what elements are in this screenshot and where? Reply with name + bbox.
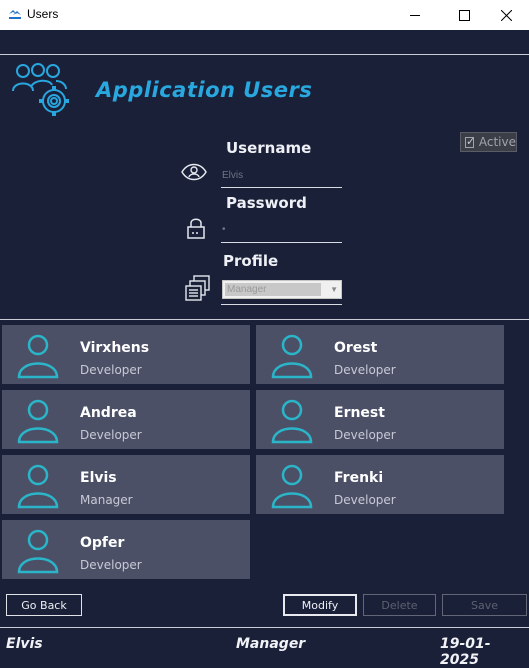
- go-back-button[interactable]: Go Back: [6, 594, 82, 616]
- user-card-role: Manager: [80, 493, 133, 507]
- close-button[interactable]: [483, 0, 529, 30]
- active-checkbox[interactable]: Active: [460, 132, 517, 152]
- maximize-button[interactable]: [441, 0, 487, 30]
- profile-select-value: Manager: [227, 284, 267, 295]
- profile-underline: [221, 304, 342, 305]
- password-label: Password: [226, 194, 307, 212]
- user-card[interactable]: Orest Developer: [256, 325, 504, 384]
- form-divider: [0, 319, 529, 320]
- user-card-name: Frenki: [334, 470, 384, 486]
- users-gear-icon: [12, 63, 69, 116]
- profile-label: Profile: [223, 252, 279, 270]
- user-card-name: Opfer: [80, 535, 125, 551]
- user-card[interactable]: Opfer Developer: [2, 520, 250, 579]
- maximize-icon: [458, 9, 470, 21]
- username-input[interactable]: Elvis: [222, 170, 243, 181]
- user-card-name: Elvis: [80, 470, 117, 486]
- lock-icon: [187, 218, 205, 239]
- footer-profile: Manager: [236, 636, 306, 652]
- user-card[interactable]: Ernest Developer: [256, 390, 504, 449]
- save-button[interactable]: Save: [442, 594, 527, 616]
- footer-divider: [0, 627, 529, 628]
- username-underline: [221, 187, 342, 188]
- active-label: Active: [478, 135, 516, 149]
- user-card-role: Developer: [334, 428, 396, 442]
- page-title: Application Users: [96, 78, 313, 102]
- modify-button[interactable]: Modify: [283, 594, 357, 616]
- user-card[interactable]: Frenki Developer: [256, 455, 504, 514]
- user-avatar-icon: [17, 529, 59, 574]
- user-card-name: Ernest: [334, 405, 385, 421]
- user-avatar-icon: [17, 464, 59, 509]
- user-card-role: Developer: [334, 493, 396, 507]
- user-avatar-icon: [271, 464, 313, 509]
- window-titlebar: Users: [0, 0, 529, 30]
- user-card-role: Developer: [80, 558, 142, 572]
- footer-user: Elvis: [6, 636, 43, 652]
- minimize-icon: [409, 14, 420, 16]
- user-card[interactable]: Elvis Manager: [2, 455, 250, 514]
- user-card[interactable]: Andrea Developer: [2, 390, 250, 449]
- password-underline: [221, 242, 342, 243]
- user-card-role: Developer: [80, 428, 142, 442]
- minimize-button[interactable]: [392, 0, 438, 30]
- window-title: Users: [27, 7, 59, 21]
- user-card-name: Virxhens: [80, 340, 150, 356]
- app-icon: [9, 10, 21, 19]
- user-avatar-icon: [17, 399, 59, 444]
- user-avatar-icon: [17, 334, 59, 379]
- user-card[interactable]: Virxhens Developer: [2, 325, 250, 384]
- header-divider: [0, 54, 529, 55]
- user-avatar-icon: [271, 334, 313, 379]
- user-eye-icon: [181, 163, 207, 181]
- delete-button[interactable]: Delete: [363, 594, 436, 616]
- profile-select[interactable]: Manager ▼: [222, 280, 342, 299]
- user-card-role: Developer: [334, 363, 396, 377]
- user-card-role: Developer: [80, 363, 142, 377]
- user-card-name: Andrea: [80, 405, 137, 421]
- profile-cards-icon: [185, 275, 210, 301]
- footer-date: 19-01-2025: [440, 636, 491, 668]
- password-input[interactable]: •: [222, 224, 226, 235]
- close-icon: [500, 9, 512, 21]
- user-card-name: Orest: [334, 340, 378, 356]
- user-avatar-icon: [271, 399, 313, 444]
- checkbox-check-icon: [465, 135, 475, 148]
- username-label: Username: [226, 139, 312, 157]
- chevron-down-icon[interactable]: ▼: [330, 285, 338, 294]
